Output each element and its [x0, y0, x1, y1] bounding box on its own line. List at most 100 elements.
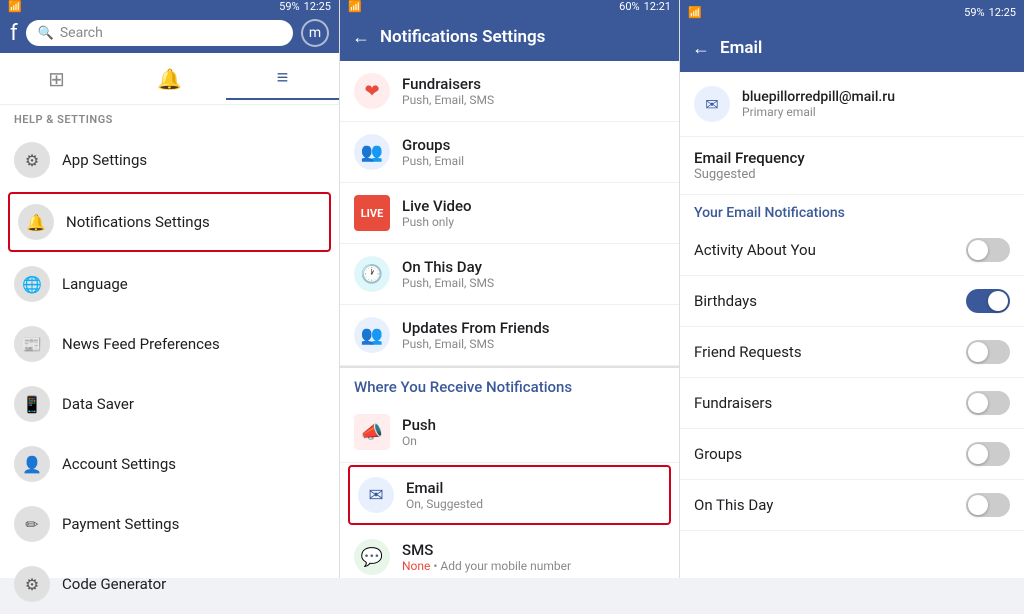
notif-groups[interactable]: 👥 Groups Push, Email [340, 122, 679, 183]
time-3: 12:25 [989, 6, 1016, 19]
where-email[interactable]: ✉ Email On, Suggested [348, 465, 671, 525]
on-this-day-email-label: On This Day [694, 496, 773, 514]
updates-friends-sub: Push, Email, SMS [402, 337, 550, 351]
notif-live-video[interactable]: LIVE Live Video Push only [340, 183, 679, 244]
groups-label: Groups [402, 136, 464, 154]
email-frequency-row[interactable]: Email Frequency Suggested [680, 137, 1024, 195]
app-settings-icon: ⚙ [14, 142, 50, 178]
email-label: Email [406, 479, 483, 497]
payment-settings-icon: ✏ [14, 506, 50, 542]
live-video-label: Live Video [402, 197, 472, 215]
fundraisers-sub: Push, Email, SMS [402, 93, 494, 107]
sms-add: • Add your mobile number [433, 559, 571, 573]
status-icons-left-2: 📶 [348, 0, 362, 13]
birthdays-label: Birthdays [694, 292, 757, 310]
fundraisers-email-label: Fundraisers [694, 394, 772, 412]
fundraisers-email-knob [968, 393, 988, 413]
payment-settings-label: Payment Settings [62, 515, 179, 533]
on-this-day-sub: Push, Email, SMS [402, 276, 494, 290]
groups-email-toggle[interactable] [966, 442, 1010, 466]
live-video-sub: Push only [402, 215, 472, 229]
search-input-wrap[interactable]: 🔍 Search [26, 20, 293, 46]
friend-requests-toggle[interactable] [966, 340, 1010, 364]
notifications-header: ← Notifications Settings [340, 13, 679, 61]
code-generator-icon: ⚙ [14, 566, 50, 602]
where-sms[interactable]: 💬 SMS None • Add your mobile number [340, 527, 679, 588]
news-feed-icon: 📰 [14, 326, 50, 362]
status-icons-left-3: 📶 [688, 6, 702, 19]
toggle-activity-about-you[interactable]: Activity About You [680, 225, 1024, 276]
sms-sub: None • Add your mobile number [402, 559, 571, 573]
push-label: Push [402, 416, 436, 434]
battery-3: 59% [964, 6, 984, 19]
activity-about-you-toggle[interactable] [966, 238, 1010, 262]
groups-sub: Push, Email [402, 154, 464, 168]
menu-item-news-feed-preferences[interactable]: 📰 News Feed Preferences [0, 314, 339, 374]
activity-about-you-knob [968, 240, 988, 260]
sms-none: None [402, 559, 430, 573]
on-this-day-email-toggle[interactable] [966, 493, 1010, 517]
email-address-text: bluepillorredpill@mail.ru [742, 89, 895, 105]
app-settings-label: App Settings [62, 151, 147, 169]
notif-updates-from-friends[interactable]: 👥 Updates From Friends Push, Email, SMS [340, 305, 679, 366]
battery-2: 60% [619, 0, 639, 13]
activity-about-you-label: Activity About You [694, 241, 816, 259]
on-this-day-icon: 🕐 [354, 256, 390, 292]
data-saver-label: Data Saver [62, 395, 134, 413]
email-primary-text: Primary email [742, 105, 895, 119]
toggle-on-this-day-email[interactable]: On This Day [680, 480, 1024, 531]
notifications-title: Notifications Settings [380, 27, 545, 47]
battery-1: 59% [279, 0, 299, 13]
updates-friends-icon: 👥 [354, 317, 390, 353]
menu-item-code-generator[interactable]: ⚙ Code Generator [0, 554, 339, 614]
tab-menu[interactable]: ≡ [226, 57, 339, 100]
friend-requests-knob [968, 342, 988, 362]
updates-friends-label: Updates From Friends [402, 319, 550, 337]
toggle-groups-email[interactable]: Groups [680, 429, 1024, 480]
email-sub: On, Suggested [406, 497, 483, 511]
fundraisers-icon: ❤ [354, 73, 390, 109]
facebook-logo: f [10, 21, 18, 46]
frequency-label: Email Frequency [694, 149, 1010, 167]
back-arrow-notifications[interactable]: ← [352, 27, 370, 48]
data-saver-icon: 📱 [14, 386, 50, 422]
messenger-icon[interactable]: m [301, 19, 329, 47]
email-address-icon: ✉ [694, 86, 730, 122]
email-title: Email [720, 38, 762, 58]
help-settings-header: HELP & SETTINGS [0, 105, 339, 130]
sms-label: SMS [402, 541, 571, 559]
panel-email: 📶 59% 12:25 ← Email ✉ bluepillorredpill@… [680, 0, 1024, 578]
menu-item-account-settings[interactable]: 👤 Account Settings [0, 434, 339, 494]
menu-item-notifications-settings[interactable]: 🔔 Notifications Settings [8, 192, 331, 252]
on-this-day-email-knob [968, 495, 988, 515]
notif-fundraisers[interactable]: ❤ Fundraisers Push, Email, SMS [340, 61, 679, 122]
status-bar-3: 📶 59% 12:25 [680, 0, 1024, 24]
search-placeholder: Search [60, 25, 103, 41]
account-settings-icon: 👤 [14, 446, 50, 482]
time-1: 12:25 [304, 0, 331, 13]
toggle-friend-requests[interactable]: Friend Requests [680, 327, 1024, 378]
search-icon: 🔍 [38, 26, 54, 41]
toggle-birthdays[interactable]: Birthdays [680, 276, 1024, 327]
panel-notifications-settings: 📶 60% 12:21 ← Notifications Settings ❤ F… [340, 0, 680, 578]
on-this-day-label: On This Day [402, 258, 494, 276]
nav-tabs: ⊞ 🔔 ≡ [0, 53, 339, 105]
time-2: 12:21 [644, 0, 671, 13]
menu-item-app-settings[interactable]: ⚙ App Settings [0, 130, 339, 190]
menu-item-language[interactable]: 🌐 Language [0, 254, 339, 314]
where-push[interactable]: 📣 Push On [340, 402, 679, 463]
account-settings-label: Account Settings [62, 455, 176, 473]
tab-bell[interactable]: 🔔 [113, 57, 226, 100]
fundraisers-email-toggle[interactable] [966, 391, 1010, 415]
birthdays-toggle[interactable] [966, 289, 1010, 313]
friend-requests-label: Friend Requests [694, 343, 802, 361]
back-arrow-email[interactable]: ← [692, 38, 710, 59]
menu-item-payment-settings[interactable]: ✏ Payment Settings [0, 494, 339, 554]
menu-item-data-saver[interactable]: 📱 Data Saver [0, 374, 339, 434]
groups-icon: 👥 [354, 134, 390, 170]
toggle-fundraisers-email[interactable]: Fundraisers [680, 378, 1024, 429]
status-icons-left: 📶 [8, 0, 22, 13]
notif-on-this-day[interactable]: 🕐 On This Day Push, Email, SMS [340, 244, 679, 305]
tab-grid[interactable]: ⊞ [0, 57, 113, 100]
notifications-settings-label: Notifications Settings [66, 213, 210, 231]
